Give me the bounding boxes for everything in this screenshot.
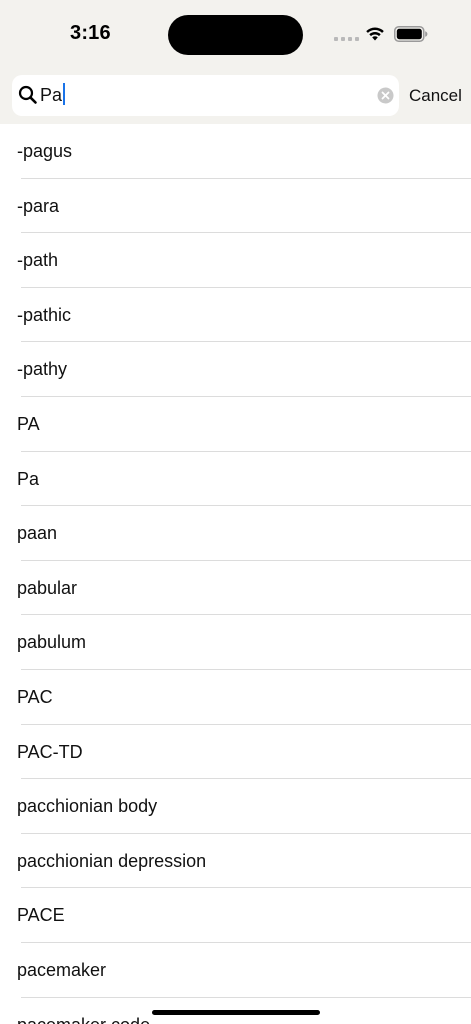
result-item[interactable]: PACE: [0, 888, 471, 943]
signal-icon: [334, 37, 359, 41]
result-item[interactable]: paan: [0, 506, 471, 561]
result-item[interactable]: Pa: [0, 452, 471, 507]
result-item[interactable]: PAC: [0, 670, 471, 725]
battery-icon: [394, 26, 428, 42]
status-bar: 3:16: [0, 0, 471, 70]
result-item[interactable]: pabular: [0, 561, 471, 616]
result-item[interactable]: -pagus: [0, 124, 471, 179]
search-bar: Pa Cancel: [0, 75, 471, 116]
search-results-list: -pagus -para -path -pathic -pathy PA Pa …: [0, 124, 471, 1024]
result-item[interactable]: -para: [0, 179, 471, 234]
result-item[interactable]: -pathy: [0, 342, 471, 397]
wifi-icon: [366, 27, 384, 41]
result-item[interactable]: -pathic: [0, 288, 471, 343]
result-item[interactable]: pacchionian depression: [0, 834, 471, 889]
search-input[interactable]: Pa: [40, 75, 66, 116]
result-item[interactable]: pacemaker: [0, 943, 471, 998]
result-item[interactable]: pabulum: [0, 615, 471, 670]
screen: 3:16 Pa Cancel -pagus -para -path -pathi…: [0, 0, 471, 1024]
search-icon: [18, 85, 37, 104]
result-item[interactable]: pacchionian body: [0, 779, 471, 834]
clear-icon[interactable]: [377, 87, 394, 104]
result-item[interactable]: PAC-TD: [0, 725, 471, 780]
status-time: 3:16: [70, 22, 111, 44]
header-area: 3:16 Pa Cancel: [0, 0, 471, 124]
search-input-value: Pa: [40, 85, 63, 105]
search-field[interactable]: Pa: [12, 75, 399, 116]
result-item[interactable]: PA: [0, 397, 471, 452]
dynamic-island: [168, 15, 303, 55]
home-indicator[interactable]: [152, 1010, 320, 1015]
result-item[interactable]: -path: [0, 233, 471, 288]
text-caret: [63, 83, 66, 106]
cancel-button[interactable]: Cancel: [409, 75, 462, 116]
